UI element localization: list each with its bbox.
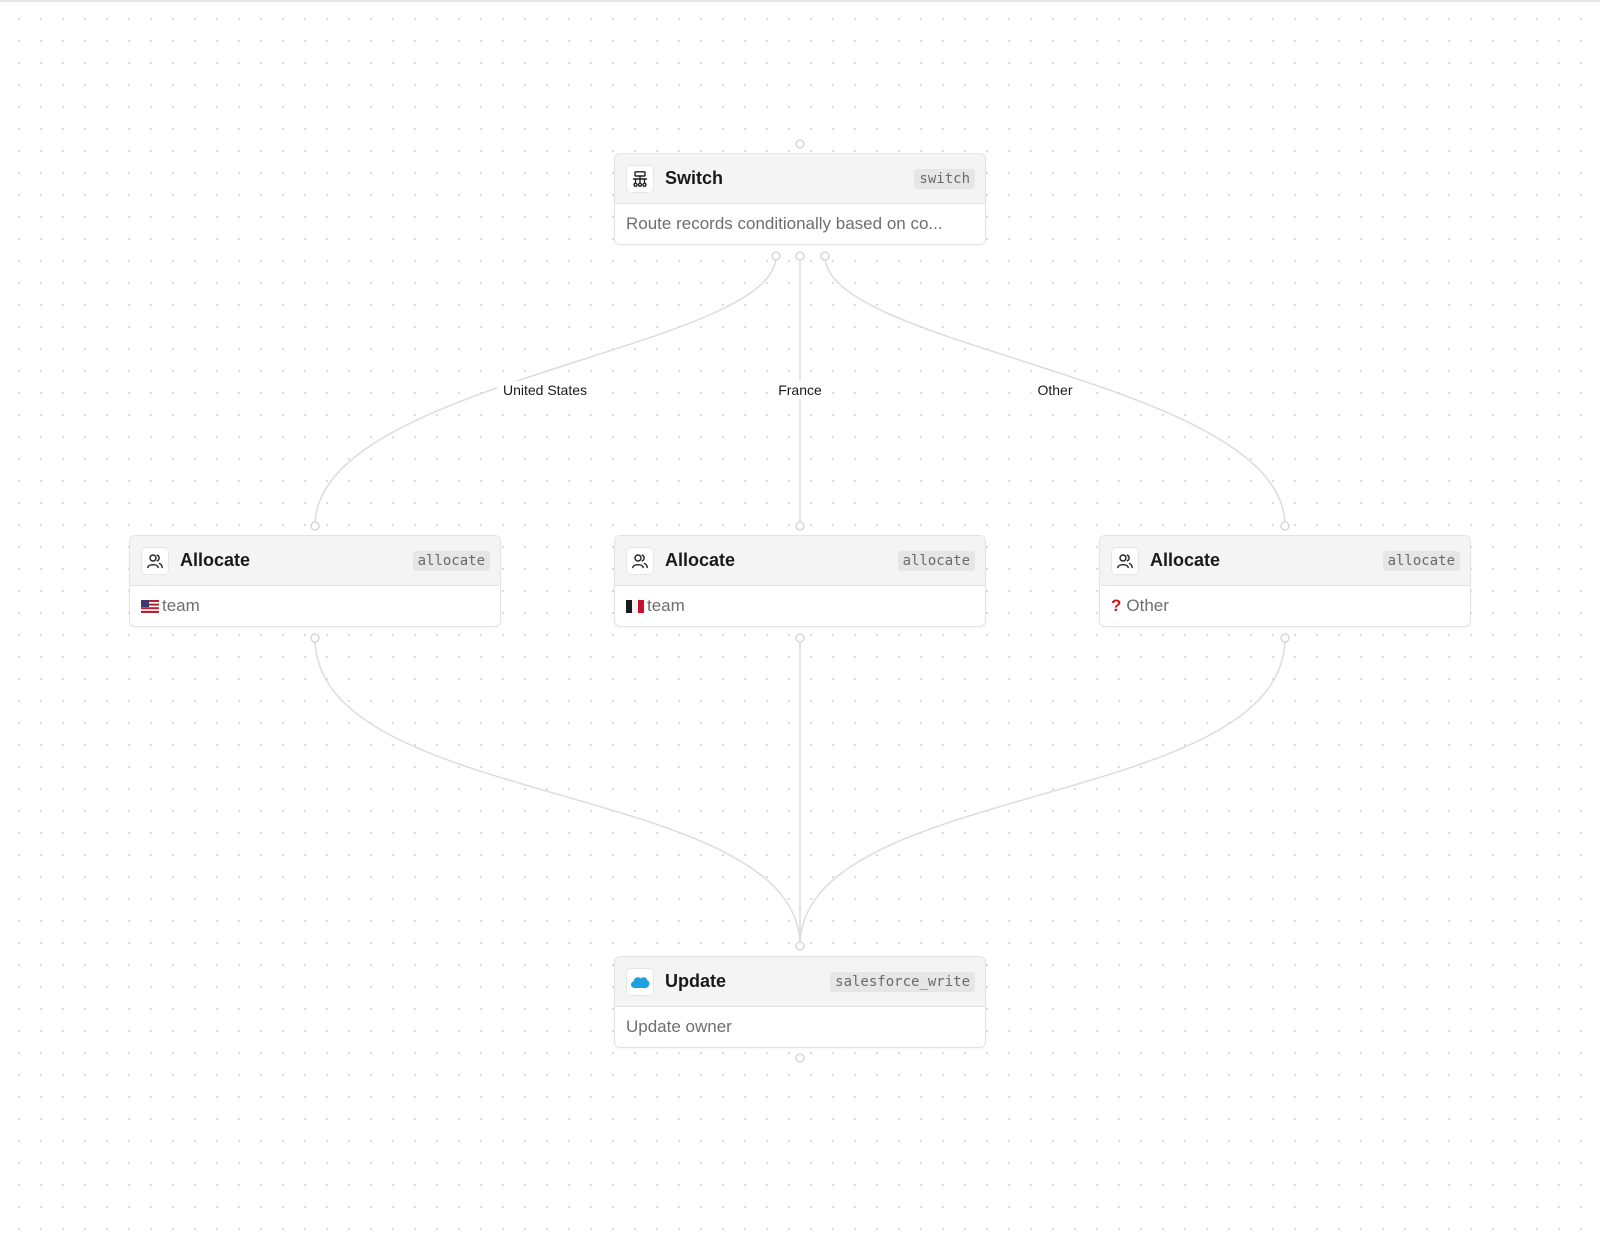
allocate-other-output-handle[interactable] bbox=[1280, 633, 1290, 643]
users-icon bbox=[1111, 546, 1139, 575]
question-mark-icon: ? bbox=[1111, 596, 1122, 615]
allocate-us-output-handle[interactable] bbox=[310, 633, 320, 643]
allocate-fr-node-body: team bbox=[615, 586, 985, 626]
allocate-fr-node[interactable]: Allocate allocate team bbox=[614, 535, 986, 627]
allocate-us-node[interactable]: Allocate allocate team bbox=[129, 535, 501, 627]
us-flag-icon bbox=[141, 599, 159, 613]
allocate-us-team-label: team bbox=[162, 596, 200, 615]
switch-node-body: Route records conditionally based on co.… bbox=[615, 204, 985, 244]
switch-node-type-badge: switch bbox=[914, 168, 975, 189]
update-node[interactable]: Update salesforce_write Update owner bbox=[614, 956, 986, 1048]
switch-icon bbox=[626, 164, 654, 193]
allocate-other-node[interactable]: Allocate allocate ? Other bbox=[1099, 535, 1471, 627]
update-node-header: Update salesforce_write bbox=[615, 957, 985, 1007]
allocate-fr-node-title: Allocate bbox=[665, 550, 736, 570]
update-node-type-badge: salesforce_write bbox=[830, 971, 975, 992]
allocate-us-input-handle[interactable] bbox=[310, 521, 320, 531]
switch-node-description: Route records conditionally based on co.… bbox=[626, 214, 943, 233]
allocate-other-node-type-badge: allocate bbox=[1382, 550, 1460, 571]
allocate-fr-node-type-badge: allocate bbox=[897, 550, 975, 571]
allocate-other-node-header: Allocate allocate bbox=[1100, 536, 1470, 586]
allocate-fr-output-handle[interactable] bbox=[795, 633, 805, 643]
update-node-title: Update bbox=[665, 971, 727, 991]
allocate-fr-team-label: team bbox=[647, 596, 685, 615]
allocate-other-node-title: Allocate bbox=[1150, 550, 1221, 570]
update-input-handle[interactable] bbox=[795, 941, 805, 951]
allocate-us-node-body: team bbox=[130, 586, 500, 626]
switch-input-handle[interactable] bbox=[795, 139, 805, 149]
salesforce-cloud-icon bbox=[626, 967, 654, 996]
switch-output-handle-other[interactable] bbox=[820, 251, 830, 261]
allocate-other-input-handle[interactable] bbox=[1280, 521, 1290, 531]
allocate-fr-input-handle[interactable] bbox=[795, 521, 805, 531]
update-node-body: Update owner bbox=[615, 1007, 985, 1047]
allocate-fr-node-header: Allocate allocate bbox=[615, 536, 985, 586]
allocate-us-node-title: Allocate bbox=[180, 550, 251, 570]
edge-label-united-states[interactable]: United States bbox=[496, 381, 594, 399]
switch-node[interactable]: Switch switch Route records conditionall… bbox=[614, 153, 986, 245]
allocate-other-label: Other bbox=[1126, 596, 1169, 615]
update-node-description: Update owner bbox=[626, 1017, 732, 1036]
update-output-handle[interactable] bbox=[795, 1053, 805, 1063]
france-flag-icon bbox=[626, 599, 644, 613]
edge-label-france[interactable]: France bbox=[772, 381, 828, 399]
switch-node-header: Switch switch bbox=[615, 154, 985, 204]
allocate-us-node-header: Allocate allocate bbox=[130, 536, 500, 586]
edge-allocate-other-to-update[interactable] bbox=[799, 637, 1286, 947]
switch-output-handle-fr[interactable] bbox=[795, 251, 805, 261]
allocate-other-node-body: ? Other bbox=[1100, 586, 1470, 626]
allocate-us-node-type-badge: allocate bbox=[412, 550, 490, 571]
switch-output-handle-us[interactable] bbox=[771, 251, 781, 261]
edge-allocate-us-to-update[interactable] bbox=[314, 637, 801, 947]
edge-label-other[interactable]: Other bbox=[1031, 381, 1079, 399]
switch-node-title: Switch bbox=[665, 168, 724, 188]
users-icon bbox=[141, 546, 169, 575]
users-icon bbox=[626, 546, 654, 575]
